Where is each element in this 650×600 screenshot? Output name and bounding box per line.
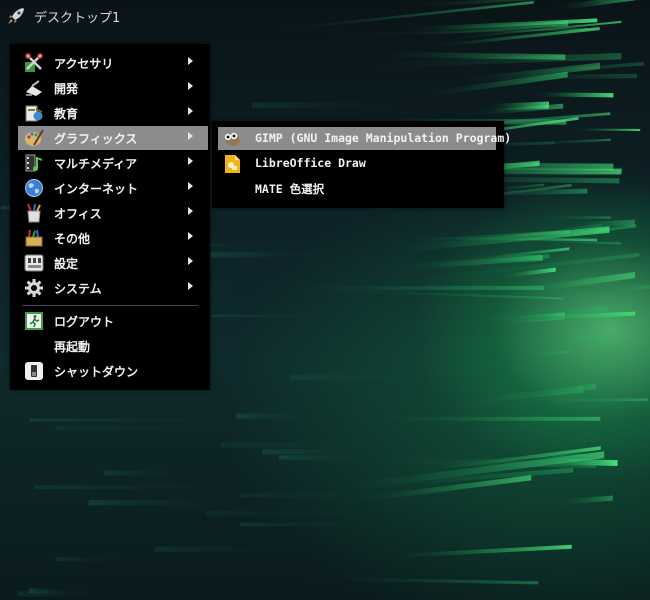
submenu-item-mate-color-select[interactable]: MATE 色選択 [218,177,496,200]
multimedia-icon [25,154,42,172]
menu-item-label: その他 [54,232,91,246]
menu-item-label: 設定 [54,257,79,271]
office-icon [27,203,41,223]
submenu-item-label: LibreOffice Draw [255,156,366,170]
menu-item-label: マルチメディア [54,157,138,171]
menu-item-system[interactable]: システム [18,276,208,300]
menu-item-logout[interactable]: ログアウト [18,309,208,333]
menu-item-settings[interactable]: 設定 [18,251,208,275]
logout-icon [25,312,43,330]
top-panel: デスクトップ1 [0,0,650,30]
menu-item-label: ログアウト [54,315,115,329]
gimp-icon [224,132,242,146]
workspace-title[interactable]: デスクトップ1 [34,7,120,26]
submenu-item-label: GIMP (GNU Image Manipulation Program) [255,131,512,145]
submenu-arrow-icon [188,232,193,240]
menu-item-label: オフィス [54,207,102,221]
submenu-arrow-icon [188,182,193,190]
settings-icon [24,254,44,272]
submenu-item-label: MATE 色選択 [255,182,325,196]
menu-item-office[interactable]: オフィス [18,201,208,225]
graphics-icon [25,129,44,146]
menu-item-graphics[interactable]: グラフィックス [18,126,208,150]
submenu-arrow-icon [188,282,193,290]
system-gear-icon [25,279,43,297]
menu-item-restart[interactable]: 再起動 [18,334,208,358]
menu-item-education[interactable]: 教育 [18,101,208,125]
menu-item-development[interactable]: 開発 [18,76,208,100]
menu-item-label: 教育 [54,107,79,121]
menu-item-other[interactable]: その他 [18,226,208,250]
menu-item-internet[interactable]: インターネット [18,176,208,200]
shutdown-icon [25,362,43,380]
rocket-icon[interactable] [6,6,26,26]
other-icon [25,229,43,247]
libreoffice-draw-icon [225,155,240,173]
submenu-arrow-icon [188,82,193,90]
menu-item-label: 再起動 [54,340,91,354]
submenu-arrow-icon [188,207,193,215]
submenu-arrow-icon [188,107,193,115]
menu-item-label: インターネット [54,182,139,196]
submenu-arrow-icon [188,257,193,265]
internet-icon [25,179,43,197]
menu-item-shutdown[interactable]: シャットダウン [18,359,208,383]
education-icon [25,105,43,122]
menu-item-label: 開発 [54,82,79,96]
accessories-icon [25,53,43,72]
applications-menu: アクセサリ 開発 教育 グラフィックス マルチメディア インターネット オフィス… [10,44,210,390]
menu-item-label: シャットダウン [54,365,139,379]
development-icon [26,80,42,96]
graphics-submenu: GIMP (GNU Image Manipulation Program) Li… [212,121,511,208]
menu-item-accessories[interactable]: アクセサリ [18,51,208,75]
submenu-item-libreoffice-draw[interactable]: LibreOffice Draw [218,152,496,175]
menu-item-label: システム [54,282,102,296]
menu-item-label: アクセサリ [54,57,114,71]
menu-item-multimedia[interactable]: マルチメディア [18,151,208,175]
menu-item-label: グラフィックス [54,132,138,146]
submenu-item-gimp[interactable]: GIMP (GNU Image Manipulation Program) [218,127,511,150]
submenu-arrow-icon [188,132,193,140]
submenu-arrow-icon [188,157,193,165]
menu-separator [22,305,198,306]
submenu-arrow-icon [188,57,193,65]
